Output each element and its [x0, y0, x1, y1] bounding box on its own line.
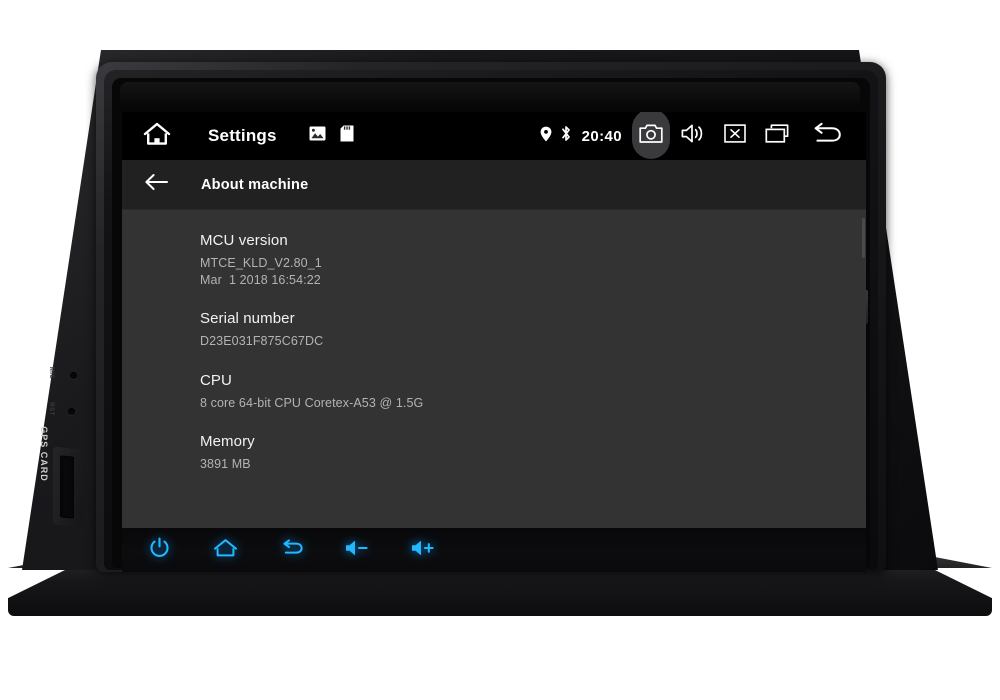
reset-pinhole[interactable]	[68, 408, 75, 415]
screenshot-root: MIC RST GPS CARD Settings 20:40 About ma…	[0, 0, 1000, 700]
item-value: 8 core 64-bit CPU Coretex-A53 @ 1.5G	[200, 395, 424, 410]
about-list: MCU version MTCE_KLD_V2.80_1 Mar 1 2018 …	[122, 210, 866, 528]
recent-apps-button[interactable]	[756, 112, 798, 160]
item-title: MCU version	[200, 232, 288, 249]
back-button[interactable]	[798, 112, 854, 160]
status-indicators	[540, 125, 572, 147]
volume-button[interactable]	[672, 112, 714, 160]
list-item[interactable]: MCU version MTCE_KLD_V2.80_1 Mar 1 2018 …	[200, 232, 866, 288]
power-key[interactable]	[126, 528, 192, 572]
screenshot-camera-button[interactable]	[630, 112, 672, 160]
gps-card-slot-opening[interactable]	[60, 455, 74, 519]
back-arrow-icon	[809, 122, 843, 151]
app-title: Settings	[208, 126, 277, 145]
volume-down-key-icon	[344, 539, 370, 562]
gallery-icon[interactable]	[309, 126, 326, 146]
microphone-label: MIC	[48, 366, 54, 380]
arrow-left-icon	[144, 172, 169, 197]
page-back-button[interactable]	[144, 172, 169, 197]
page-title: About machine	[201, 176, 309, 193]
item-value: 3891 MB	[200, 457, 251, 471]
item-title: CPU	[200, 371, 232, 389]
status-clock: 20:40	[581, 127, 622, 145]
home-key-icon	[213, 538, 238, 563]
item-title: Memory	[200, 433, 255, 450]
location-icon	[540, 126, 552, 147]
status-quick-icons	[309, 125, 354, 147]
back-key-icon	[279, 538, 304, 563]
home-key[interactable]	[192, 528, 258, 572]
microphone-pinhole	[70, 372, 77, 379]
item-value: MTCE_KLD_V2.80_1 Mar 1 2018 16:54:22	[200, 256, 322, 287]
volume-down-key[interactable]	[324, 528, 390, 572]
gps-card-label: GPS CARD	[39, 426, 49, 482]
item-value: D23E031F875C67DC	[200, 334, 324, 348]
bluetooth-icon	[560, 125, 572, 147]
recent-apps-icon	[765, 123, 789, 149]
status-home-button[interactable]	[142, 121, 172, 152]
page-header: About machine	[122, 160, 866, 210]
list-item[interactable]: Serial number D23E031F875C67DC	[200, 310, 866, 350]
close-box-icon	[724, 124, 746, 148]
item-title: Serial number	[200, 310, 295, 327]
hardware-key-bar	[122, 528, 866, 572]
status-bar: Settings 20:40	[122, 112, 866, 160]
back-key[interactable]	[258, 528, 324, 572]
volume-up-key[interactable]	[390, 528, 456, 572]
power-key-icon	[149, 537, 170, 563]
status-right-cluster: 20:40	[540, 112, 866, 160]
list-item[interactable]: CPU 8 core 64-bit CPU Coretex-A53 @ 1.5G	[200, 372, 866, 412]
volume-icon	[681, 123, 705, 149]
home-icon	[142, 121, 172, 152]
close-button[interactable]	[714, 112, 756, 160]
sd-card-icon[interactable]	[340, 125, 354, 147]
scrollbar-thumb[interactable]	[862, 218, 865, 258]
volume-up-key-icon	[410, 539, 436, 562]
lcd-screen: Settings 20:40 About machine MCU version…	[122, 112, 866, 528]
list-item[interactable]: Memory 3891 MB	[200, 433, 866, 473]
